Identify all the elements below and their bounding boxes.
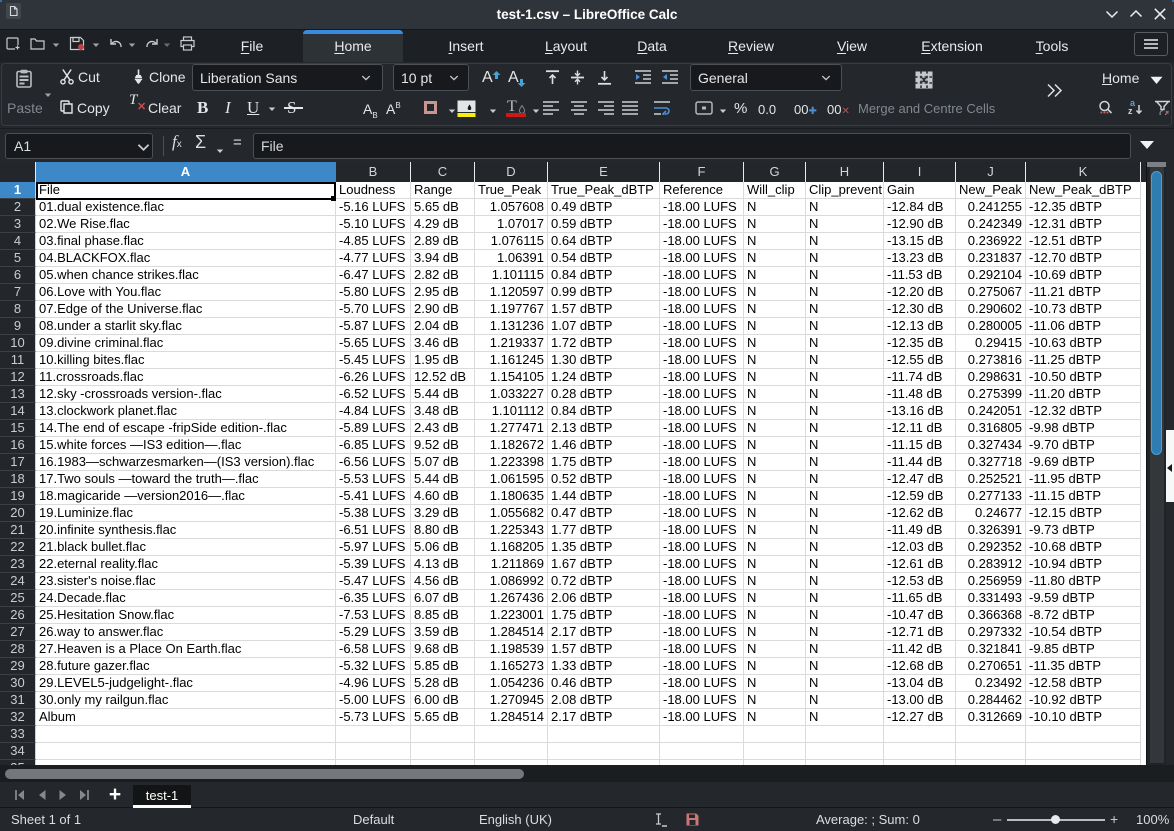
svg-text:z: z <box>1128 106 1133 115</box>
